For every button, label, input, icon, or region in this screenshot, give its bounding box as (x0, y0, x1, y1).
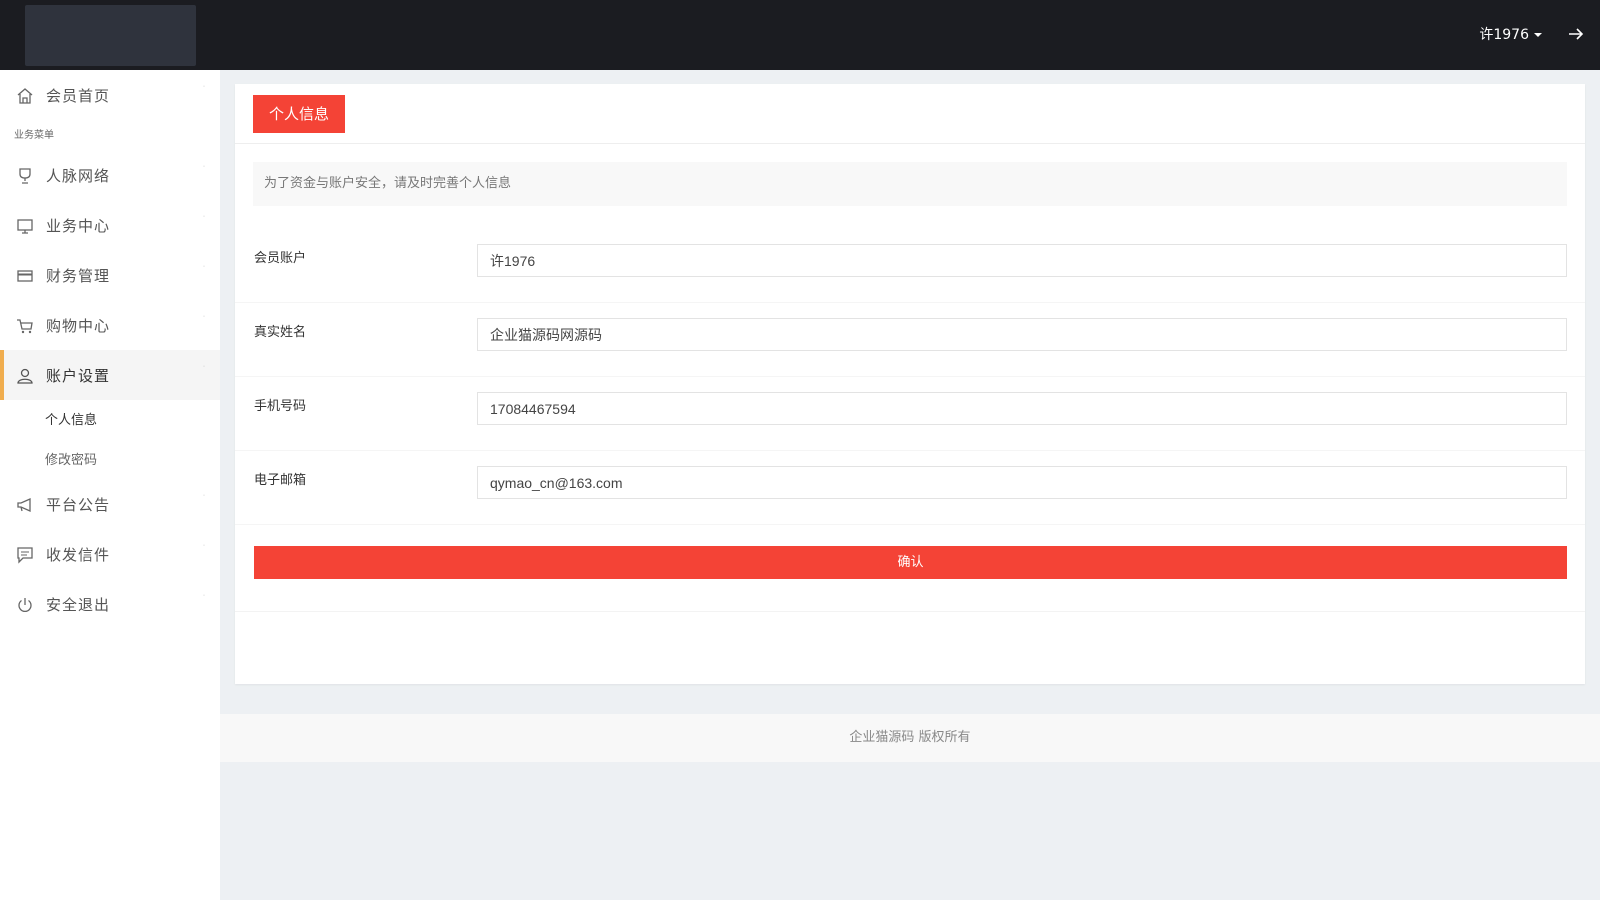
card-header: 个人信息 (235, 84, 1585, 144)
sidebar-item-business[interactable]: 业务中心 ˙ (0, 200, 220, 250)
caret-down-icon (1534, 33, 1542, 37)
account-label: 会员账户 (254, 251, 307, 266)
form-row-phone: 手机号码 (235, 377, 1585, 451)
sidebar-item-finance[interactable]: 财务管理 ˙ (0, 250, 220, 300)
chevron-icon: ˙ (202, 494, 206, 503)
sidebar-item-home[interactable]: 会员首页 ˙ (0, 70, 220, 120)
real-name-label: 真实姓名 (254, 325, 307, 340)
monitor-icon (17, 219, 33, 234)
real-name-field[interactable] (477, 318, 1567, 351)
trophy-icon (19, 168, 31, 184)
sidebar-item-label: 安全退出 (46, 596, 111, 614)
sidebar-item-label: 购物中心 (46, 317, 111, 335)
chevron-icon: ˙ (202, 594, 206, 603)
home-icon (17, 88, 33, 104)
notice-banner: 为了资金与账户安全，请及时完善个人信息 (253, 162, 1567, 206)
message-icon (17, 547, 33, 564)
sidebar-item-announcements[interactable]: 平台公告 ˙ (0, 479, 220, 529)
phone-label: 手机号码 (254, 399, 307, 414)
email-label: 电子邮箱 (254, 473, 307, 488)
sidebar-item-label: 收发信件 (46, 546, 111, 564)
form-row-email: 电子邮箱 (235, 451, 1585, 525)
chevron-icon: ˙ (202, 544, 206, 553)
sidebar-section-title: 业务菜单 (14, 130, 54, 141)
sidebar-item-label: 平台公告 (46, 496, 111, 514)
sidebar-item-network[interactable]: 人脉网络 ˙ (0, 150, 220, 200)
chevron-icon: ˙ (202, 365, 206, 374)
tab-profile[interactable]: 个人信息 (253, 95, 345, 133)
confirm-button[interactable]: 确认 (254, 546, 1567, 579)
sidebar-item-label: 财务管理 (46, 267, 111, 285)
sidebar-item-label: 人脉网络 (46, 167, 111, 185)
phone-field[interactable] (477, 392, 1567, 425)
sidebar-item-account-settings[interactable]: 账户设置 ˙ (0, 350, 220, 400)
top-bar: 许1976 (0, 0, 1600, 70)
chevron-icon: ˙ (202, 85, 206, 94)
power-icon (18, 598, 32, 612)
sidebar-item-shopping[interactable]: 购物中心 ˙ (0, 300, 220, 350)
arrow-right-icon[interactable] (1566, 24, 1586, 44)
form-row-real-name: 真实姓名 (235, 303, 1585, 377)
sidebar-item-label: 业务中心 (46, 217, 111, 235)
chevron-icon: ˙ (202, 265, 206, 274)
sidebar-subitem-profile[interactable]: 个人信息 (45, 409, 97, 428)
chevron-icon: ˙ (202, 315, 206, 324)
form-row-account: 会员账户 (235, 229, 1585, 303)
sidebar-item-label: 账户设置 (46, 367, 111, 385)
email-field[interactable] (477, 466, 1567, 499)
sidebar: 会员首页 ˙ 业务菜单 人脉网络 ˙ 业务中心 ˙ 财务管理 ˙ 购物中心 ˙ (0, 70, 220, 900)
footer: 企业猫源码 版权所有 (220, 714, 1600, 762)
sidebar-subitem-change-password[interactable]: 修改密码 (45, 449, 97, 468)
username-label: 许1976 (1479, 27, 1529, 43)
profile-card: 个人信息 为了资金与账户安全，请及时完善个人信息 会员账户 真实姓名 手机号码 … (235, 84, 1585, 684)
chevron-icon: ˙ (202, 165, 206, 174)
sidebar-item-logout[interactable]: 安全退出 ˙ (0, 579, 220, 629)
chevron-icon: ˙ (202, 215, 206, 224)
user-icon (17, 368, 33, 384)
credit-card-icon (17, 270, 33, 282)
account-field[interactable] (477, 244, 1567, 277)
user-menu[interactable]: 许1976 (1479, 24, 1542, 44)
sidebar-item-label: 会员首页 (46, 87, 111, 105)
sidebar-item-messages[interactable]: 收发信件 ˙ (0, 529, 220, 579)
logo[interactable] (25, 5, 196, 66)
cart-icon (17, 319, 33, 334)
megaphone-icon (17, 497, 31, 513)
divider (235, 611, 1585, 612)
